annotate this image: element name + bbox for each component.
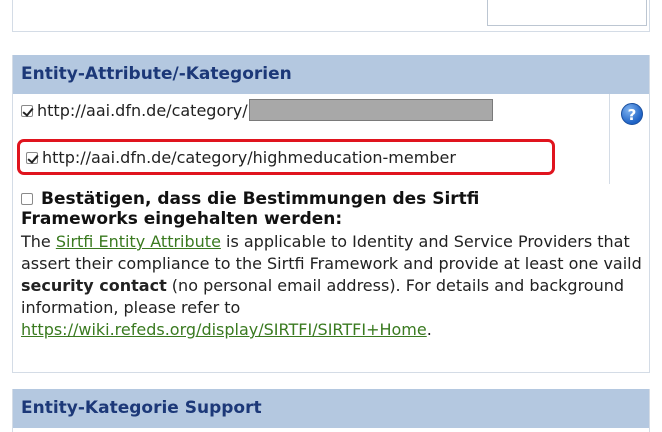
entity-category-support-header: Entity-Kategorie Support [13,389,649,428]
sirtfi-text-4: . [426,320,432,339]
redacted-value [248,99,493,121]
entity-category-support-section: Entity-Kategorie Support [12,389,650,432]
entity-attributes-section: Entity-Attribute/-Kategorien http://aai.… [12,55,650,373]
sirtfi-block: Bestätigen, dass die Bestimmungen des Si… [21,189,647,341]
sirtfi-wiki-link[interactable]: https://wiki.refeds.org/display/SIRTFI/S… [21,320,427,339]
help-icon[interactable]: ? [621,103,643,125]
previous-section-box [487,0,647,26]
category-row-2: http://aai.dfn.de/category/highmeducatio… [26,148,622,167]
category-label-2: http://aai.dfn.de/category/highmeducatio… [42,148,456,167]
category-checkbox-1[interactable] [21,105,33,117]
sirtfi-title-line1: Bestätigen, dass die Bestimmungen des Si… [41,189,480,209]
category-checkbox-2[interactable] [26,152,38,164]
sirtfi-title-line2: Frameworks eingehalten werden: [21,209,343,229]
category-row-1: http://aai.dfn.de/category/ [21,99,617,121]
sirtfi-description: The Sirtfi Entity Attribute is applicabl… [21,231,647,341]
sirtfi-checkbox[interactable] [21,193,33,205]
sirtfi-attribute-link[interactable]: Sirtfi Entity Attribute [56,232,221,251]
security-contact-text: security contact [21,276,167,295]
sirtfi-title: Bestätigen, dass die Bestimmungen des Si… [21,189,647,229]
sirtfi-text-1: The [21,232,56,251]
previous-section-bottom [12,0,650,32]
entity-attributes-header: Entity-Attribute/-Kategorien [13,55,649,94]
category-label-1: http://aai.dfn.de/category/ [37,101,248,120]
